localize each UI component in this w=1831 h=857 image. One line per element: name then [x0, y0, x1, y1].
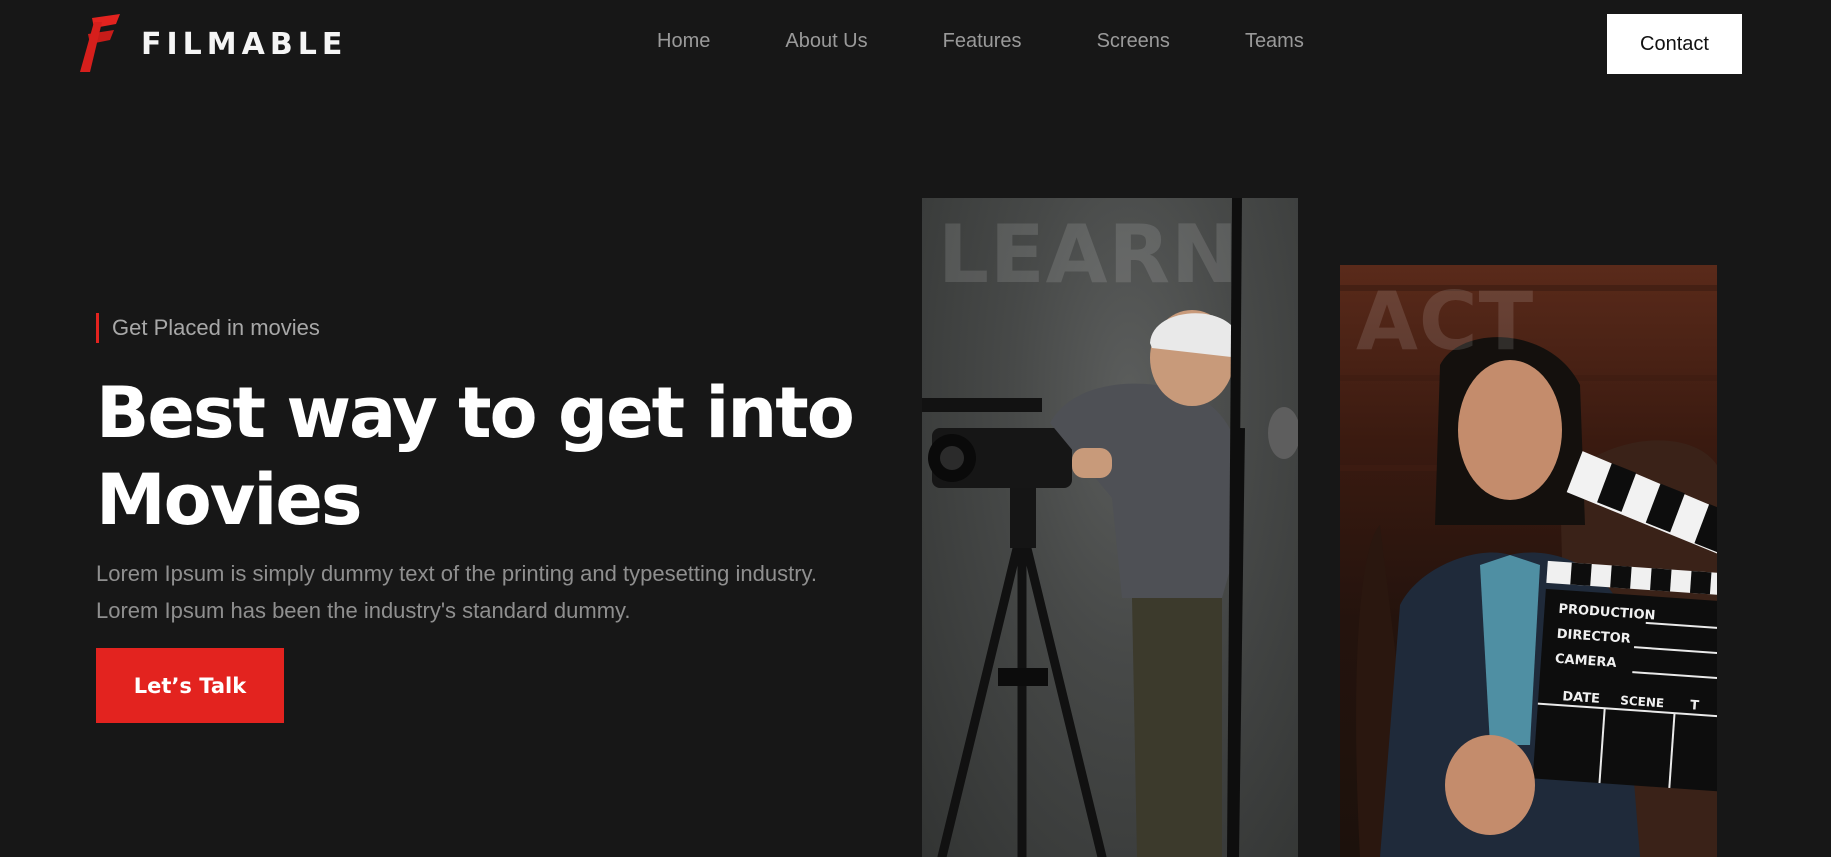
contact-button[interactable]: Contact — [1607, 14, 1742, 74]
slate-date-label: DATE — [1562, 689, 1601, 707]
main-nav: Home About Us Features Screens Teams — [657, 30, 1304, 53]
nav-link-teams[interactable]: Teams — [1245, 30, 1304, 53]
act-card-image: PRODUCTION DIRECTOR CAMERA DATE SCENE T … — [1340, 265, 1717, 857]
hero-title: Best way to get into Movies — [96, 370, 896, 544]
nav-link-home[interactable]: Home — [657, 30, 710, 53]
hero-title-line2: Movies — [96, 459, 363, 541]
brand-logo[interactable]: FILMABLE — [78, 14, 347, 74]
eyebrow-accent-bar — [96, 313, 99, 343]
nav-link-about-us[interactable]: About Us — [785, 30, 867, 53]
learn-card-image: LEARN — [922, 198, 1298, 857]
hero-desc-line2: Lorem Ipsum has been the industry's stan… — [96, 598, 631, 623]
hero-description: Lorem Ipsum is simply dummy text of the … — [96, 555, 916, 629]
learn-card-word: LEARN — [938, 208, 1240, 301]
eyebrow-text: Get Placed in movies — [112, 315, 320, 340]
hero-eyebrow: Get Placed in movies — [96, 313, 320, 343]
brand-name: FILMABLE — [141, 26, 348, 62]
lets-talk-button[interactable]: Let’s Talk — [96, 648, 284, 723]
slate-take-label: T — [1690, 698, 1700, 714]
nav-link-features[interactable]: Features — [943, 30, 1022, 53]
hero-desc-line1: Lorem Ipsum is simply dummy text of the … — [96, 561, 818, 586]
nav-link-screens[interactable]: Screens — [1097, 30, 1170, 53]
hero-title-line1: Best way to get into — [96, 372, 855, 454]
filmable-logo-icon — [80, 14, 120, 72]
act-card-word: ACT — [1356, 275, 1535, 368]
